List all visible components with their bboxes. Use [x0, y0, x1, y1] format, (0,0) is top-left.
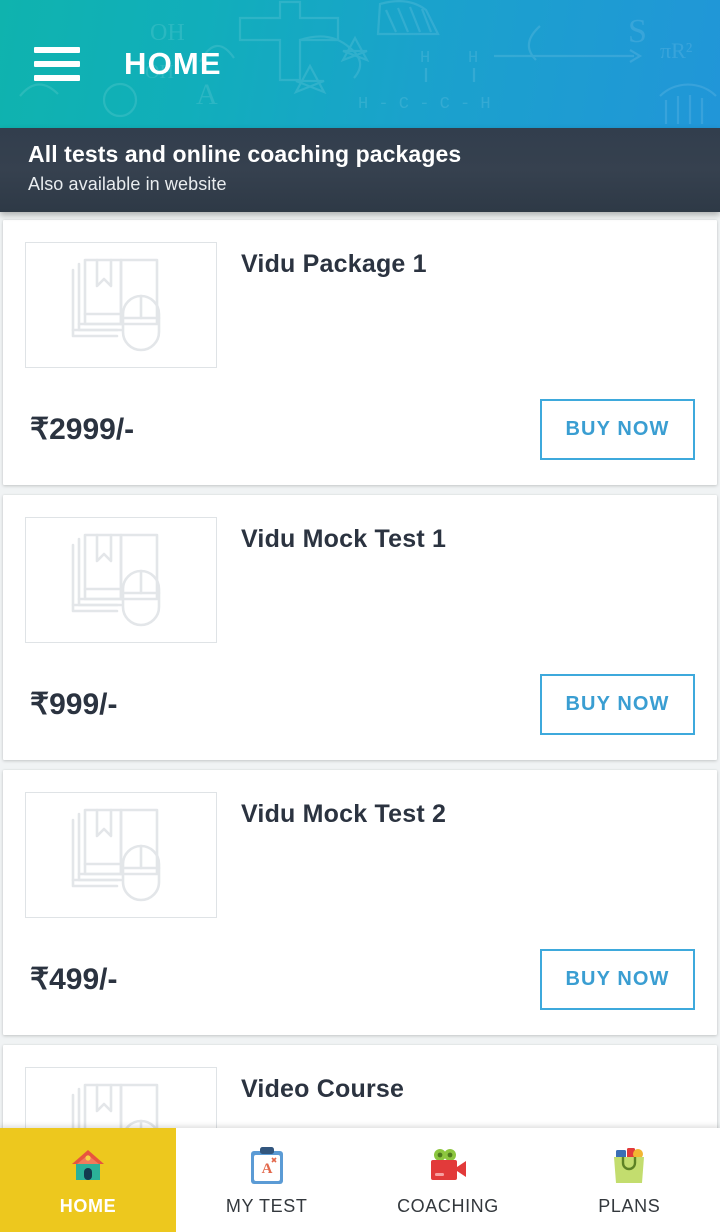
clipboard-test-icon: A [245, 1144, 289, 1188]
product-title: Vidu Mock Test 2 [241, 800, 447, 828]
product-price: ₹499/- [30, 962, 118, 996]
product-price: ₹2999/- [30, 412, 135, 446]
svg-text:A: A [261, 1161, 272, 1177]
product-thumbnail [25, 792, 217, 918]
svg-text:S: S [628, 13, 647, 50]
product-price: ₹999/- [30, 687, 118, 721]
svg-text:H: H [468, 49, 478, 68]
book-and-mouse-placeholder-icon [71, 808, 161, 902]
product-card[interactable]: Vidu Package 1 ₹2999/- BUY NOW [3, 220, 717, 485]
nav-tab-home[interactable]: HOME [0, 1128, 176, 1232]
product-card-top: Vidu Mock Test 2 [3, 770, 717, 918]
nav-tab-coaching-label: COACHING [397, 1195, 499, 1216]
product-thumbnail [25, 242, 217, 368]
book-and-mouse-placeholder-icon [71, 533, 161, 627]
app-bar: OH OH H H H - C - C - H A S πR² HOME [0, 0, 720, 128]
app-screen: OH OH H H H - C - C - H A S πR² HOME All… [0, 0, 720, 1232]
buy-now-button[interactable]: BUY NOW [540, 948, 695, 1010]
product-card-bottom: ₹2999/- BUY NOW [3, 373, 717, 485]
buy-now-button[interactable]: BUY NOW [540, 673, 695, 735]
product-thumbnail [25, 517, 217, 643]
promo-banner-title: All tests and online coaching packages [28, 141, 462, 167]
product-title: Vidu Mock Test 1 [241, 525, 447, 553]
nav-tab-plans-label: PLANS [598, 1195, 661, 1216]
nav-tab-my-test-label: MY TEST [225, 1195, 308, 1216]
svg-text:H: H [420, 49, 430, 68]
product-list[interactable]: Vidu Package 1 ₹2999/- BUY NOW Vidu Mock… [0, 212, 720, 1232]
hamburger-bar-1 [34, 47, 80, 53]
nav-tab-my-test[interactable]: A MY TEST [176, 1128, 357, 1232]
promo-banner-subtitle: Also available in website [28, 173, 227, 194]
movie-camera-icon [426, 1144, 470, 1188]
nav-tab-plans[interactable]: PLANS [539, 1128, 720, 1232]
hamburger-bar-3 [34, 75, 80, 81]
nav-tab-coaching[interactable]: COACHING [357, 1128, 538, 1232]
book-and-mouse-placeholder-icon [71, 258, 161, 352]
bottom-navigation-bar: HOME A MY TEST COACHING PLANS [0, 1128, 720, 1232]
hamburger-bar-2 [34, 61, 80, 67]
product-card-top: Vidu Mock Test 1 [3, 495, 717, 643]
product-card-bottom: ₹999/- BUY NOW [3, 648, 717, 760]
product-card-top: Vidu Package 1 [3, 220, 717, 368]
appbar-doodle-pattern: OH OH H H H - C - C - H A S πR² [19, 0, 717, 124]
hamburger-menu-icon[interactable] [34, 47, 80, 81]
house-icon [66, 1144, 110, 1188]
page-title: HOME [124, 46, 222, 81]
shopping-bag-icon [607, 1144, 651, 1188]
product-card[interactable]: Vidu Mock Test 2 ₹499/- BUY NOW [3, 770, 717, 1035]
product-card[interactable]: Vidu Mock Test 1 ₹999/- BUY NOW [3, 495, 717, 760]
promo-banner: All tests and online coaching packages A… [0, 128, 720, 212]
svg-text:H - C - C - H: H - C - C - H [358, 95, 491, 114]
svg-text:A: A [196, 78, 218, 111]
product-title: Vidu Package 1 [241, 250, 427, 278]
svg-text:πR²: πR² [660, 38, 693, 63]
product-card-bottom: ₹499/- BUY NOW [3, 923, 717, 1035]
nav-tab-home-label: HOME [59, 1195, 117, 1216]
buy-now-button[interactable]: BUY NOW [540, 398, 695, 460]
svg-text:OH: OH [150, 20, 185, 46]
